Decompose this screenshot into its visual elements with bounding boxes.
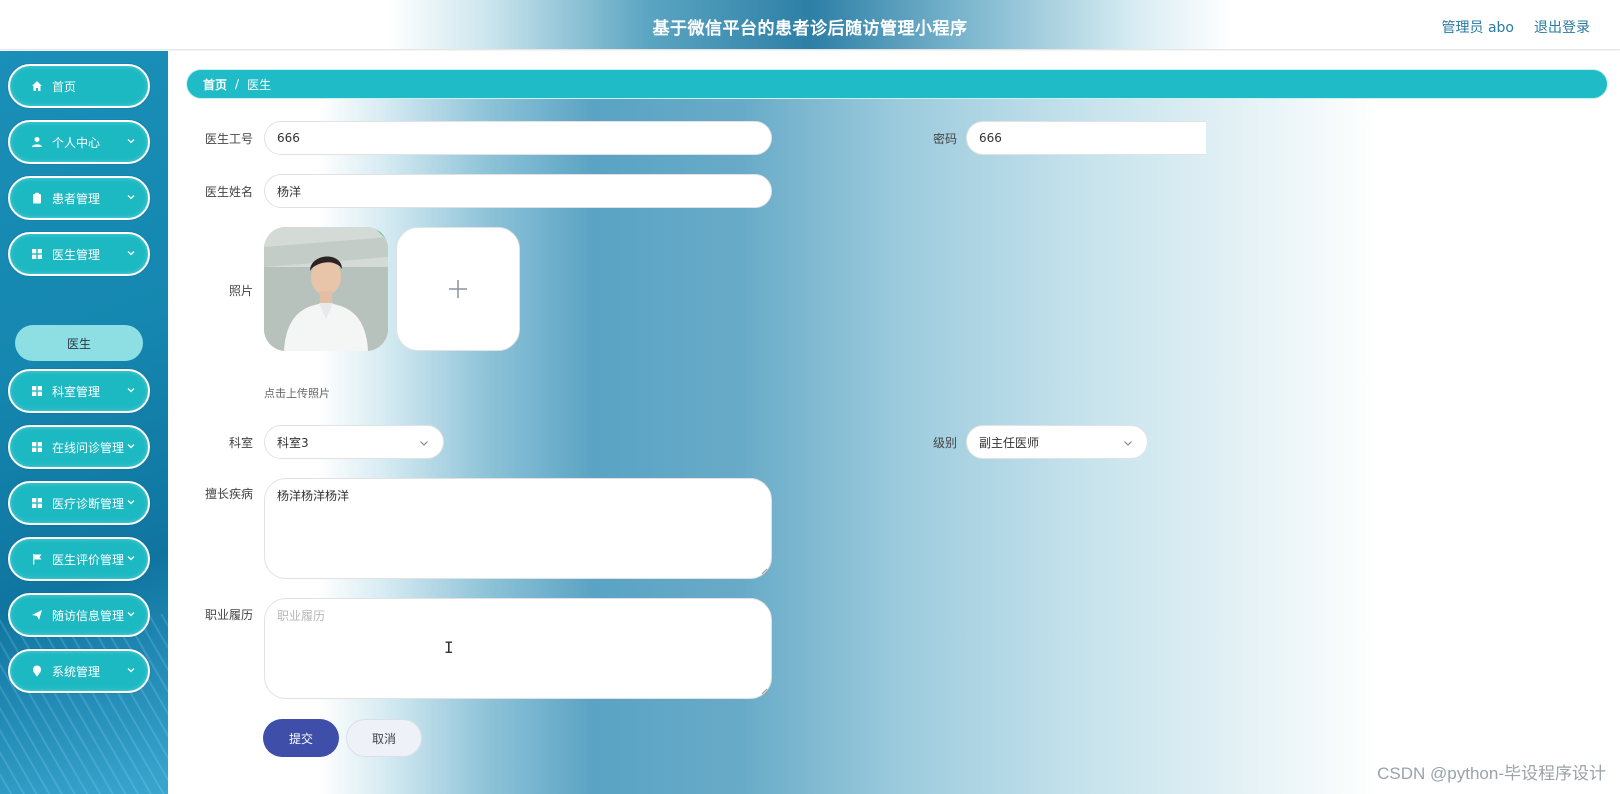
sidebar-item-department-management[interactable]: 科室管理: [8, 369, 150, 413]
department-value: 科室3: [277, 435, 309, 450]
password-field[interactable]: 666: [966, 121, 1206, 155]
sidebar-item-label: 在线问诊管理: [52, 440, 125, 455]
send-icon: [30, 608, 44, 622]
chevron-down-icon: [127, 388, 135, 393]
breadcrumb-current: 医生: [247, 77, 272, 92]
sidebar-item-label: 医疗诊断管理: [52, 496, 125, 511]
clipboard-icon: [30, 191, 44, 205]
sidebar-item-label: 系统管理: [52, 664, 101, 679]
resume-placeholder: 职业履历: [277, 609, 326, 623]
sidebar-item-medical-diagnosis[interactable]: 医疗诊断管理: [8, 481, 150, 525]
sidebar-item-label: 医生评价管理: [52, 552, 125, 567]
breadcrumb-separator: /: [235, 77, 240, 91]
doctor-name-field[interactable]: 杨洋: [264, 174, 772, 208]
chevron-down-icon: [127, 668, 135, 673]
resize-grip-icon[interactable]: [760, 567, 768, 575]
department-select[interactable]: 科室3: [264, 425, 444, 459]
sidebar-item-doctor-management[interactable]: 医生管理: [8, 232, 150, 276]
grid-icon: [30, 440, 44, 454]
plus-icon: [449, 280, 467, 298]
chevron-down-icon: [420, 441, 428, 446]
sidebar-item-system-management[interactable]: 系统管理: [8, 649, 150, 693]
doctor-name-value: 杨洋: [277, 184, 302, 199]
location-icon: [30, 664, 44, 678]
chevron-down-icon: [127, 500, 135, 505]
department-label: 科室: [228, 436, 253, 450]
photo-upload-tip: 点击上传照片: [264, 387, 330, 400]
password-value: 666: [979, 131, 1002, 145]
sidebar-item-doctor-review[interactable]: 医生评价管理: [8, 537, 150, 581]
header-actions: 管理员 abo 退出登录: [1442, 17, 1590, 37]
chevron-down-icon: [127, 612, 135, 617]
sidebar-item-label: 患者管理: [52, 191, 101, 206]
level-label: 级别: [932, 436, 957, 450]
sidebar-item-patient-management[interactable]: 患者管理: [8, 176, 150, 220]
sidebar-item-label: 医生管理: [52, 247, 101, 262]
resume-textarea[interactable]: 职业履历: [264, 598, 772, 699]
photo-upload-button[interactable]: [396, 227, 520, 351]
breadcrumb-home[interactable]: 首页: [203, 76, 227, 93]
grid-icon: [30, 384, 44, 398]
sidebar-item-home[interactable]: 首页: [8, 64, 150, 108]
sidebar-item-label: 个人中心: [52, 135, 101, 150]
resize-grip-icon[interactable]: [760, 687, 768, 695]
sidebar-item-label: 科室管理: [52, 384, 101, 399]
chevron-down-icon: [127, 556, 135, 561]
flag-icon: [30, 552, 44, 566]
level-select[interactable]: 副主任医师: [966, 425, 1148, 459]
sidebar-subitem-doctor[interactable]: 医生: [15, 325, 143, 361]
level-value: 副主任医师: [979, 435, 1040, 450]
chevron-down-icon: [127, 139, 135, 144]
doctor-id-value: 666: [277, 131, 300, 145]
text-cursor-icon: I: [444, 638, 454, 657]
submit-button[interactable]: 提交: [263, 719, 339, 757]
sidebar: 首页 个人中心 患者管理 医生管理 医生 科室管理 在线问诊管理 医疗诊断管理 …: [0, 51, 168, 794]
doctor-name-label: 医生姓名: [204, 185, 253, 199]
specialty-value: 杨洋杨洋杨洋: [277, 489, 350, 503]
specialty-textarea[interactable]: 杨洋杨洋杨洋: [264, 478, 772, 579]
home-icon: [30, 79, 44, 93]
doctor-photo-thumbnail[interactable]: [264, 227, 388, 351]
app-header: 基于微信平台的患者诊后随访管理小程序 管理员 abo 退出登录: [0, 0, 1620, 50]
resume-label: 职业履历: [204, 608, 253, 622]
doctor-id-field[interactable]: 666: [264, 121, 772, 155]
user-icon: [30, 135, 44, 149]
photo-label: 照片: [228, 284, 253, 298]
sidebar-item-label: 随访信息管理: [52, 608, 125, 623]
app-title: 基于微信平台的患者诊后随访管理小程序: [652, 19, 968, 39]
specialty-label: 擅长疾病: [204, 487, 253, 501]
admin-user-label[interactable]: 管理员 abo: [1442, 17, 1514, 37]
breadcrumb: 首页 / 医生: [186, 69, 1608, 99]
sidebar-item-personal-center[interactable]: 个人中心: [8, 120, 150, 164]
sidebar-item-label: 首页: [52, 79, 77, 94]
sidebar-item-online-consultation[interactable]: 在线问诊管理: [8, 425, 150, 469]
cancel-button[interactable]: 取消: [346, 719, 422, 757]
chevron-down-icon: [127, 195, 135, 200]
chevron-down-icon: [127, 444, 135, 449]
sidebar-item-followup-info[interactable]: 随访信息管理: [8, 593, 150, 637]
watermark: CSDN @python-毕设程序设计: [1377, 764, 1606, 783]
chevron-down-icon: [1124, 441, 1132, 446]
chevron-down-icon: [127, 251, 135, 256]
doctor-id-label: 医生工号: [204, 132, 253, 146]
password-label: 密码: [932, 132, 957, 146]
doctor-photo-image: [264, 227, 388, 351]
grid-icon: [30, 247, 44, 261]
grid-icon: [30, 496, 44, 510]
logout-link[interactable]: 退出登录: [1534, 17, 1590, 37]
